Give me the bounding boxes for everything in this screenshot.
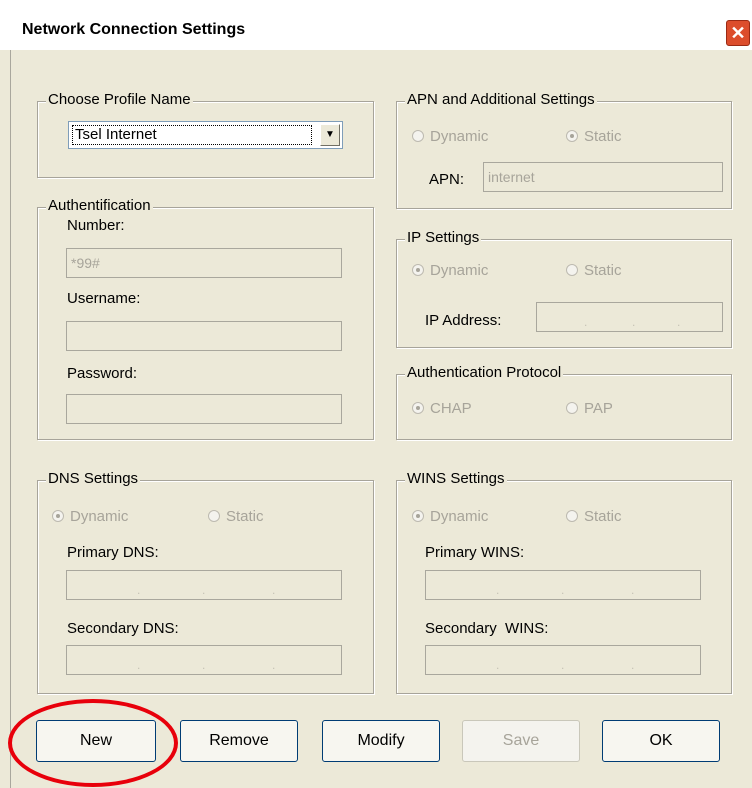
radio-icon [412,130,424,142]
username-field[interactable] [66,321,342,351]
dns-legend: DNS Settings [46,470,141,487]
radio-selected-icon [412,264,424,276]
modify-button[interactable]: Modify [322,720,440,762]
radio-selected-icon [566,130,578,142]
ip-static-label: Static [584,262,622,279]
profile-dropdown[interactable]: Tsel Internet ▼ [68,121,343,149]
close-icon: ✕ [730,23,746,43]
close-button[interactable]: ✕ [726,20,750,46]
window-title: Network Connection Settings [22,21,246,38]
radio-selected-icon [412,510,424,522]
password-field[interactable] [66,394,342,424]
apn-group: APN and Additional Settings [396,91,732,209]
ip-static-radio[interactable]: Static [566,262,622,279]
primary-wins-label: Primary WINS: [425,544,525,561]
ip-dynamic-radio[interactable]: Dynamic [412,262,488,279]
ok-button[interactable]: OK [602,720,720,762]
wins-legend: WINS Settings [405,470,507,487]
wins-static-label: Static [584,508,622,525]
radio-icon [208,510,220,522]
apn-dynamic-label: Dynamic [430,128,489,145]
username-label: Username: [67,290,141,307]
dialog-window: Network Connection Settings ✕ Choose Pro… [0,0,752,788]
secondary-wins-label: Secondary WINS: [425,620,549,637]
ip-address-label: IP Address: [425,312,502,329]
remove-button[interactable]: Remove [180,720,298,762]
apn-static-radio[interactable]: Static [566,128,622,145]
dns-static-radio[interactable]: Static [208,508,264,525]
dns-static-label: Static [226,508,264,525]
apn-label: APN: [429,171,465,188]
profile-legend: Choose Profile Name [46,91,193,108]
wins-dynamic-radio[interactable]: Dynamic [412,508,488,525]
primary-dns-field[interactable]: ... [66,570,342,600]
apn-dynamic-radio[interactable]: Dynamic [412,128,488,145]
profile-selected-value: Tsel Internet [72,125,312,145]
auth-protocol-legend: Authentication Protocol [405,364,564,381]
new-button[interactable]: New [36,720,156,762]
radio-selected-icon [52,510,64,522]
chap-radio[interactable]: CHAP [412,400,472,417]
auth-legend: Authentification [46,197,153,214]
password-label: Password: [67,365,138,382]
dns-dynamic-radio[interactable]: Dynamic [52,508,128,525]
radio-selected-icon [412,402,424,414]
secondary-dns-label: Secondary DNS: [67,620,179,637]
ip-legend: IP Settings [405,229,482,246]
radio-icon [566,264,578,276]
radio-icon [566,402,578,414]
apn-static-label: Static [584,128,622,145]
primary-dns-label: Primary DNS: [67,544,159,561]
pap-radio[interactable]: PAP [566,400,613,417]
secondary-wins-field[interactable]: ... [425,645,701,675]
secondary-dns-field[interactable]: ... [66,645,342,675]
wins-dynamic-label: Dynamic [430,508,489,525]
chap-label: CHAP [430,400,472,417]
dns-dynamic-label: Dynamic [70,508,129,525]
pap-label: PAP [584,400,613,417]
apn-legend: APN and Additional Settings [405,91,597,108]
number-field[interactable]: *99# [66,248,342,278]
apn-field[interactable]: internet [483,162,723,192]
chevron-down-icon[interactable]: ▼ [320,124,340,146]
ip-address-field[interactable]: ... [536,302,723,332]
radio-icon [566,510,578,522]
number-label: Number: [67,217,125,234]
wins-static-radio[interactable]: Static [566,508,622,525]
title-bar: Network Connection Settings ✕ [0,0,752,50]
ip-dynamic-label: Dynamic [430,262,489,279]
primary-wins-field[interactable]: ... [425,570,701,600]
save-button[interactable]: Save [462,720,580,762]
